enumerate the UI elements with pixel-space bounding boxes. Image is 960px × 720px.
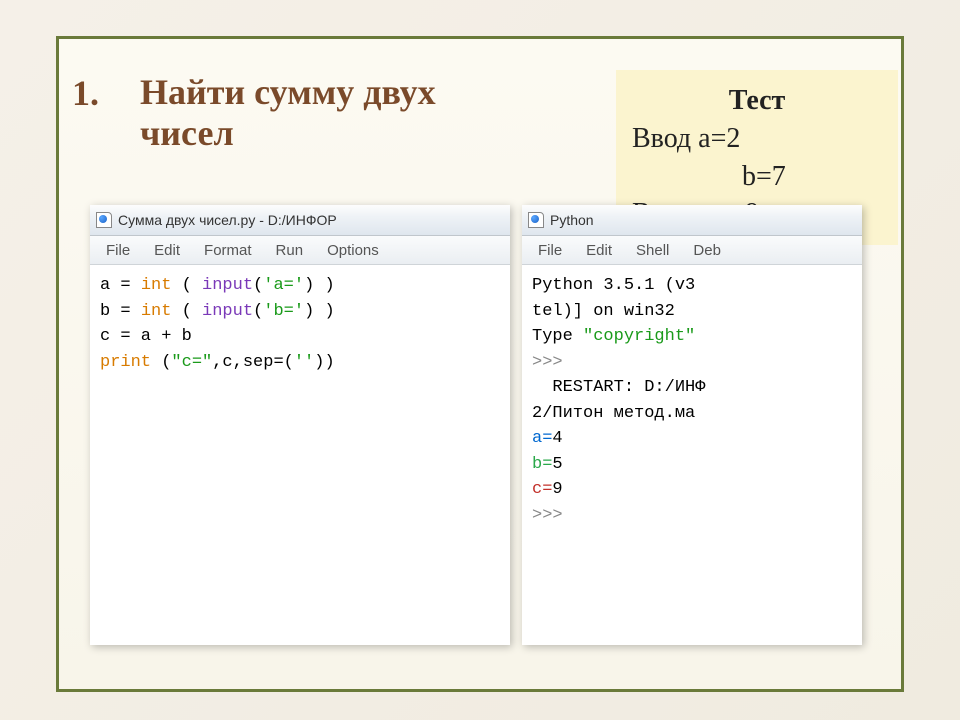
shell-line: b=5 xyxy=(532,452,852,478)
test-line-1: Ввод a=2 xyxy=(632,120,882,158)
code-line-1: a = int ( input('a=') ) xyxy=(100,273,500,299)
shell-line: RESTART: D:/ИНФ xyxy=(532,375,852,401)
shell-line: tel)] on win32 xyxy=(532,299,852,325)
shell-line: c=9 xyxy=(532,477,852,503)
shell-prompt: >>> xyxy=(532,350,852,376)
shell-prompt: >>> xyxy=(532,503,852,529)
list-number: 1. xyxy=(72,72,99,114)
heading-line-1: Найти сумму двух xyxy=(140,72,436,113)
shell-menubar: File Edit Shell Deb xyxy=(522,236,862,265)
menu-options[interactable]: Options xyxy=(315,242,391,259)
menu-edit[interactable]: Edit xyxy=(574,242,624,259)
test-title: Тест xyxy=(632,82,882,120)
menu-run[interactable]: Run xyxy=(264,242,316,259)
shell-line: a=4 xyxy=(532,426,852,452)
shell-line: 2/Питон метод.ма xyxy=(532,401,852,427)
menu-shell[interactable]: Shell xyxy=(624,242,681,259)
shell-title-text: Python xyxy=(550,212,594,228)
editor-code-area[interactable]: a = int ( input('a=') ) b = int ( input(… xyxy=(90,265,510,383)
editor-title-text: Сумма двух чисел.py - D:/ИНФОР xyxy=(118,212,337,228)
editor-window: Сумма двух чисел.py - D:/ИНФОР File Edit… xyxy=(90,205,510,645)
heading-line-2: чисел xyxy=(140,113,436,154)
slide-heading: Найти сумму двух чисел xyxy=(140,72,436,155)
editor-menubar: File Edit Format Run Options xyxy=(90,236,510,265)
shell-window: Python File Edit Shell Deb Python 3.5.1 … xyxy=(522,205,862,645)
menu-file[interactable]: File xyxy=(526,242,574,259)
file-icon xyxy=(528,212,544,228)
file-icon xyxy=(96,212,112,228)
menu-debug[interactable]: Deb xyxy=(681,242,733,259)
code-line-2: b = int ( input('b=') ) xyxy=(100,299,500,325)
code-line-4: print ("c=",c,sep=('')) xyxy=(100,350,500,376)
shell-line: Python 3.5.1 (v3 xyxy=(532,273,852,299)
shell-titlebar[interactable]: Python xyxy=(522,205,862,236)
code-line-3: c = a + b xyxy=(100,324,500,350)
editor-titlebar[interactable]: Сумма двух чисел.py - D:/ИНФОР xyxy=(90,205,510,236)
menu-format[interactable]: Format xyxy=(192,242,264,259)
shell-output-area[interactable]: Python 3.5.1 (v3 tel)] on win32 Type "co… xyxy=(522,265,862,536)
test-line-2: b=7 xyxy=(632,158,882,196)
menu-edit[interactable]: Edit xyxy=(142,242,192,259)
shell-line: Type "copyright" xyxy=(532,324,852,350)
menu-file[interactable]: File xyxy=(94,242,142,259)
